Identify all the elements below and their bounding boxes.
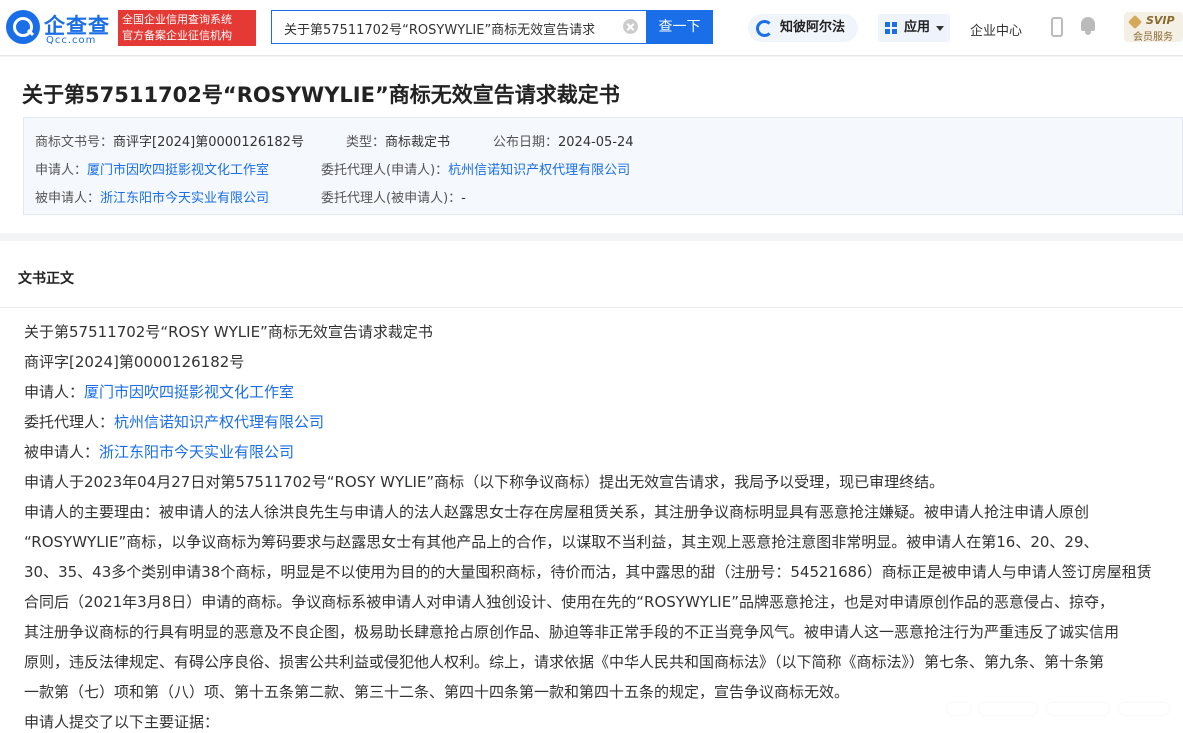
- meta-doc-no: 商标文书号：商评字[2024]第0000126182号: [35, 131, 304, 150]
- mobile-phone-icon[interactable]: [1051, 17, 1063, 37]
- meta-agent-respondent: 委托代理人(被申请人)：-: [321, 187, 466, 206]
- body-line: 一款第（七）项和第（八）项、第十五条第二款、第三十二条、第四十四条第一款和第四十…: [24, 683, 850, 701]
- section-title: 文书正文: [18, 271, 74, 287]
- body-line: 申请人提交了以下主要证据：: [24, 713, 220, 731]
- body-line: 商评字[2024]第0000126182号: [24, 353, 245, 371]
- meta-date: 公布日期：2024-05-24: [493, 131, 634, 150]
- meta-type: 类型：商标裁定书: [346, 131, 450, 150]
- body-line: 原则，违反法律规定、有碍公序良俗、损害公共利益或侵犯他人权利。综上，请求依据《中…: [24, 653, 1105, 671]
- body-line-respondent: 被申请人：浙江东阳市今天实业有限公司: [24, 441, 294, 462]
- clear-search-icon[interactable]: [623, 19, 638, 34]
- diamond-icon: [1127, 14, 1143, 30]
- body-line: 申请人于2023年04月27日对第57511702号“ROSY WYLIE”商标…: [24, 473, 945, 491]
- body-line: 关于第57511702号“ROSY WYLIE”商标无效宣告请求裁定书: [24, 323, 433, 341]
- meta-type-label: 类型：: [346, 135, 386, 150]
- document-meta-box: 商标文书号：商评字[2024]第0000126182号 类型：商标裁定书 公布日…: [23, 117, 1183, 215]
- page-title: 关于第57511702号“ROSYWYLIE”商标无效宣告请求裁定书: [22, 83, 620, 107]
- svip-subtitle: 会员服务: [1133, 32, 1173, 43]
- meta-doc-no-label: 商标文书号：: [35, 135, 114, 150]
- section-divider: [0, 307, 1183, 308]
- qcc-logo[interactable]: 企查查 Qcc.com: [6, 10, 114, 46]
- meta-agent-applicant: 委托代理人(申请人)：杭州信诺知识产权代理有限公司: [321, 159, 630, 178]
- page-scroll-indicator[interactable]: [947, 698, 1173, 720]
- svip-member-button[interactable]: SVIP 会员服务: [1124, 12, 1183, 43]
- zhibo-alpha-label: 知彼阿尔法: [780, 20, 846, 35]
- meta-agent-respondent-value: -: [461, 191, 466, 206]
- notification-bell-icon[interactable]: [1080, 17, 1096, 35]
- body-agent-label: 委托代理人：: [24, 413, 115, 431]
- meta-date-label: 公布日期：: [493, 135, 559, 150]
- apps-label: 应用: [904, 20, 931, 35]
- body-line: “ROSYWYLIE”商标，以争议商标为筹码要求与赵露思女士有其他产品上的合作，…: [24, 533, 1099, 551]
- document-body-panel: 文书正文 关于第57511702号“ROSY WYLIE”商标无效宣告请求裁定书…: [0, 241, 1183, 733]
- official-badge: 全国企业信用查询系统 官方备案企业征信机构: [118, 10, 256, 46]
- zhibo-alpha-button[interactable]: 知彼阿尔法: [748, 14, 858, 42]
- chevron-down-icon: [936, 26, 944, 31]
- meta-applicant: 申请人：厦门市因吹四挺影视文化工作室: [35, 159, 269, 178]
- body-respondent-label: 被申请人：: [24, 443, 100, 461]
- applicant-link[interactable]: 厦门市因吹四挺影视文化工作室: [87, 163, 269, 178]
- body-applicant-link[interactable]: 厦门市因吹四挺影视文化工作室: [84, 383, 294, 401]
- body-respondent-link[interactable]: 浙江东阳市今天实业有限公司: [99, 443, 294, 461]
- meta-respondent-label: 被申请人：: [35, 191, 101, 206]
- body-applicant-label: 申请人：: [24, 383, 85, 401]
- svip-title: SVIP: [1146, 14, 1175, 27]
- body-agent-link[interactable]: 杭州信诺知识产权代理有限公司: [114, 413, 324, 431]
- badge-line-1: 全国企业信用查询系统: [122, 13, 232, 26]
- meta-respondent: 被申请人：浙江东阳市今天实业有限公司: [35, 187, 269, 206]
- grid-icon: [885, 22, 898, 35]
- logo-domain: Qcc.com: [46, 35, 97, 46]
- respondent-link[interactable]: 浙江东阳市今天实业有限公司: [100, 191, 269, 206]
- meta-applicant-label: 申请人：: [35, 163, 88, 178]
- body-line: 其注册争议商标的行具有明显的恶意及不良企图，极易助长肆意抢占原创作品、胁迫等非正…: [24, 623, 1120, 641]
- apps-dropdown[interactable]: 应用: [878, 14, 950, 42]
- search-button[interactable]: 查一下: [646, 10, 713, 44]
- meta-type-value: 商标裁定书: [385, 135, 451, 150]
- top-navigation-bar: 企查查 Qcc.com 全国企业信用查询系统 官方备案企业征信机构 关于第575…: [0, 0, 1183, 56]
- enterprise-center-link[interactable]: 企业中心: [970, 20, 1022, 39]
- search-input[interactable]: 关于第57511702号“ROSYWYLIE”商标无效宣告请求: [271, 10, 647, 44]
- magnifier-logo-icon: [6, 10, 40, 44]
- body-line-applicant: 申请人：厦门市因吹四挺影视文化工作室: [24, 381, 294, 402]
- meta-date-value: 2024-05-24: [558, 135, 634, 150]
- document-info-panel: 关于第57511702号“ROSYWYLIE”商标无效宣告请求裁定书 商标文书号…: [0, 57, 1183, 233]
- meta-agent-respondent-label: 委托代理人(被申请人)：: [321, 191, 462, 206]
- agent-applicant-link[interactable]: 杭州信诺知识产权代理有限公司: [448, 163, 630, 178]
- body-line: 合同后（2021年3月8日）申请的商标。争议商标系被申请人对申请人独创设计、使用…: [24, 593, 1114, 611]
- meta-agent-applicant-label: 委托代理人(申请人)：: [321, 163, 449, 178]
- body-line: 30、35、43多个类别申请38个商标，明显是不以使用为目的的大量囤积商标，待价…: [24, 563, 1152, 581]
- alpha-logo-icon: [756, 20, 773, 37]
- meta-doc-no-value: 商评字[2024]第0000126182号: [113, 135, 304, 150]
- badge-line-2: 官方备案企业征信机构: [122, 29, 232, 42]
- body-line: 申请人的主要理由：被申请人的法人徐洪良先生与申请人的法人赵露思女士存在房屋租赁关…: [24, 503, 1090, 521]
- body-line-agent: 委托代理人：杭州信诺知识产权代理有限公司: [24, 411, 324, 432]
